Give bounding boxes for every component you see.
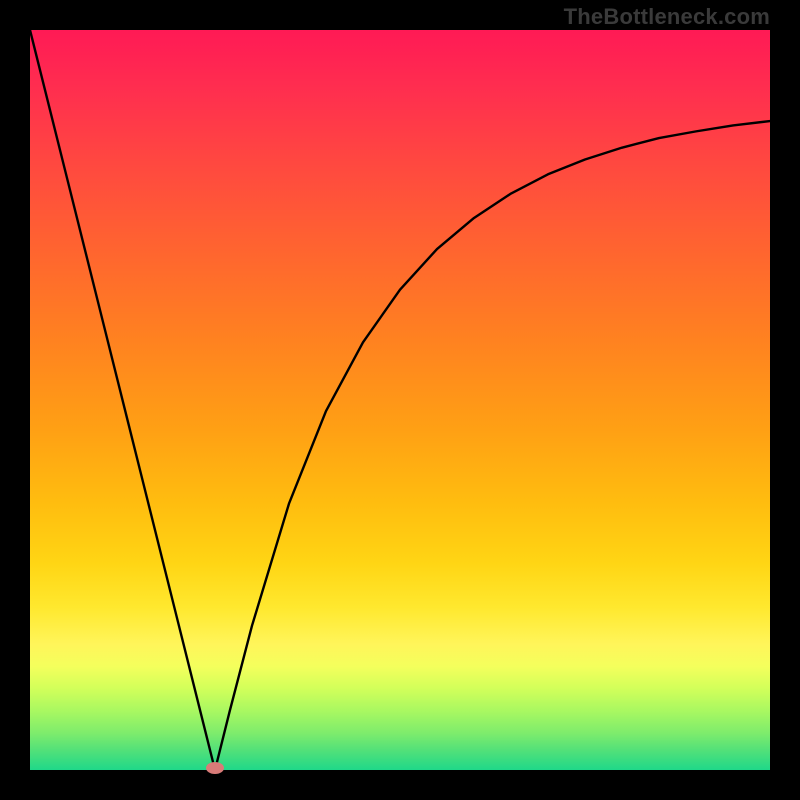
minimum-marker [206, 762, 224, 774]
plot-area [30, 30, 770, 770]
curve-path [30, 30, 770, 770]
watermark-text: TheBottleneck.com [564, 4, 770, 30]
chart-frame: TheBottleneck.com [0, 0, 800, 800]
bottleneck-curve [30, 30, 770, 770]
